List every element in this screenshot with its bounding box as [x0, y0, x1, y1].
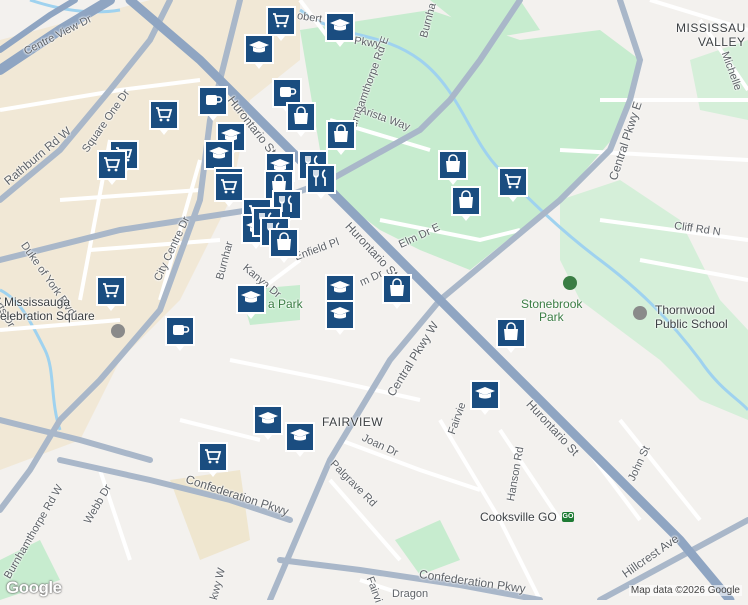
coffee-marker[interactable]: [196, 84, 230, 121]
area-label-fairview: FAIRVIEW: [322, 415, 384, 429]
area-label-mississauga-valley-1: MISSISSAU: [676, 21, 746, 35]
shopping-bag-icon: [382, 274, 412, 309]
school-marker[interactable]: [251, 403, 285, 440]
shopping-cart-icon: [498, 167, 528, 202]
school-icon: [236, 284, 266, 319]
school-icon: [325, 300, 355, 335]
shopping-bag-marker[interactable]: [436, 148, 470, 185]
park-bottom: [395, 520, 460, 575]
poi-label-park: a Park: [268, 297, 303, 311]
shopping-cart-icon: [149, 100, 179, 135]
school-marker[interactable]: [468, 378, 502, 415]
school-icon: [244, 34, 274, 69]
transit-go-icon: GO: [562, 512, 574, 522]
park-icon: [563, 276, 577, 290]
school-icon: [325, 12, 355, 47]
school-icon: [470, 380, 500, 415]
shopping-bag-marker[interactable]: [284, 100, 318, 137]
poi-label-stonebrook-park: Park: [539, 310, 564, 324]
restaurant-icon: [306, 164, 336, 199]
poi-label-thornwood: Thornwood: [655, 303, 716, 317]
map-attribution[interactable]: Map data ©2026 Google: [628, 585, 742, 596]
shopping-bag-marker[interactable]: [267, 226, 301, 263]
shopping-bag-marker[interactable]: [380, 272, 414, 309]
school-icon: [253, 405, 283, 440]
landmark-icon: [111, 324, 125, 338]
shopping-cart-marker[interactable]: [496, 165, 530, 202]
shopping-bag-marker[interactable]: [494, 316, 528, 353]
poi-label-public-school: Public School: [655, 317, 728, 331]
coffee-icon: [198, 86, 228, 121]
google-logo: Google: [6, 578, 62, 597]
shopping-cart-icon: [96, 276, 126, 311]
shopping-cart-icon: [97, 150, 127, 185]
area-label-mississauga-valley-2: VALLEY: [698, 35, 746, 49]
poi-label-cooksville-go: Cooksville GO: [480, 510, 557, 524]
poi-label-stonebrook: Stonebrook: [521, 297, 583, 311]
coffee-icon: [165, 316, 195, 351]
map-canvas[interactable]: Centre View Dr Rathburn Rd W Square One …: [0, 0, 748, 605]
poi-label-celebration-square: elebration Square: [0, 309, 95, 323]
shopping-bag-icon: [269, 228, 299, 263]
coffee-marker[interactable]: [163, 314, 197, 351]
school-marker[interactable]: [323, 298, 357, 335]
restaurant-marker[interactable]: [304, 162, 338, 199]
shopping-bag-marker[interactable]: [324, 118, 358, 155]
shopping-bag-marker[interactable]: [449, 184, 483, 221]
school-marker[interactable]: [234, 282, 268, 319]
shopping-bag-icon: [451, 186, 481, 221]
shopping-cart-marker[interactable]: [95, 148, 129, 185]
shopping-cart-icon: [198, 442, 228, 477]
shopping-cart-marker[interactable]: [147, 98, 181, 135]
poi-label-mississauga: Mississauga: [4, 295, 71, 309]
shopping-cart-marker[interactable]: [94, 274, 128, 311]
shopping-bag-icon: [286, 102, 316, 137]
school-landmark-icon: [633, 306, 647, 320]
street-label-dragon: Dragon: [392, 588, 429, 600]
shopping-bag-icon: [496, 318, 526, 353]
school-marker[interactable]: [323, 10, 357, 47]
school-marker[interactable]: [283, 420, 317, 457]
school-marker[interactable]: [242, 32, 276, 69]
shopping-bag-icon: [438, 150, 468, 185]
school-icon: [285, 422, 315, 457]
shopping-cart-marker[interactable]: [196, 440, 230, 477]
